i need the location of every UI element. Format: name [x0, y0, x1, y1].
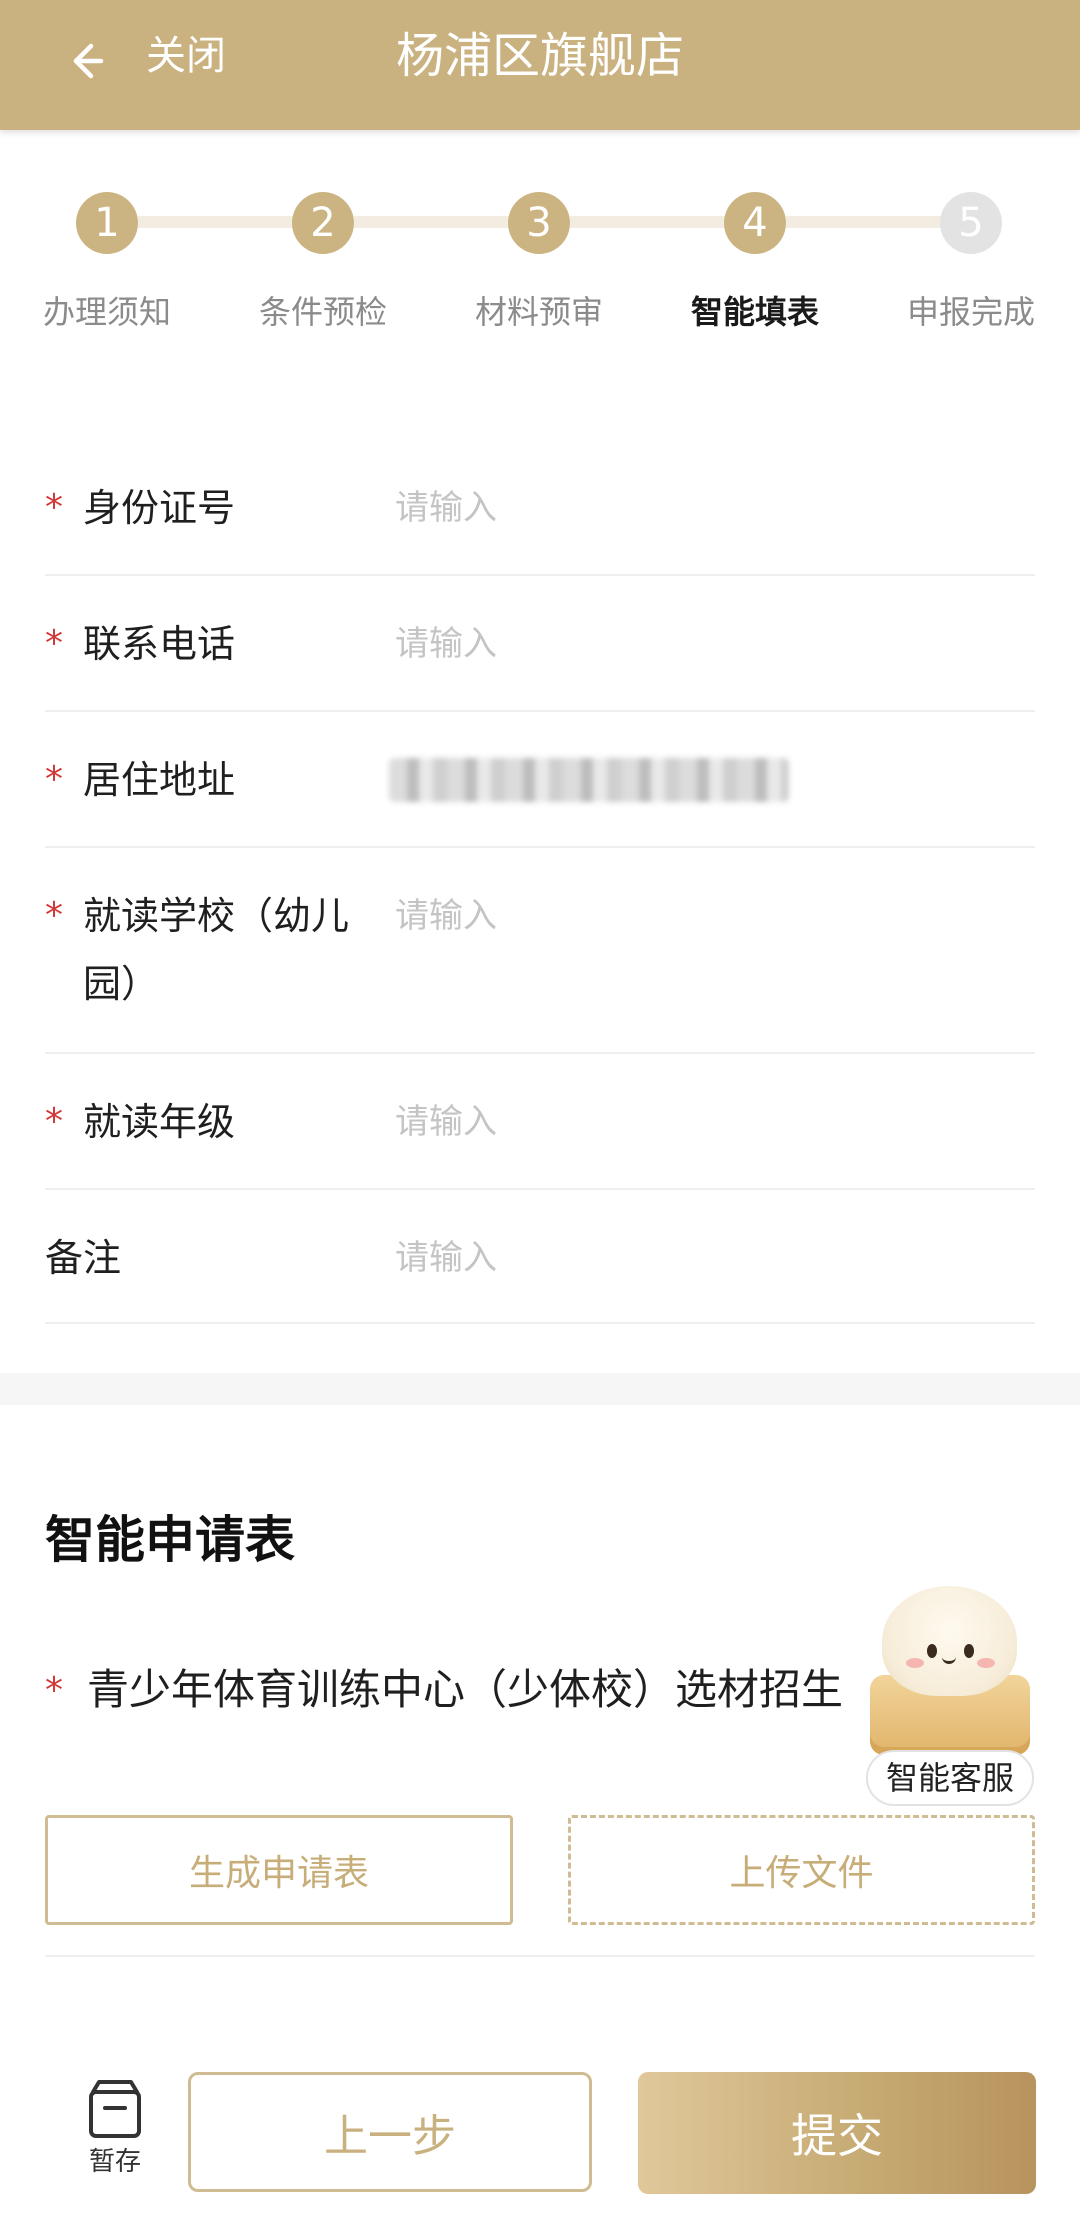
- field-label: 联系电话: [83, 622, 236, 666]
- field-label: 身份证号: [83, 486, 236, 530]
- required-mark: *: [45, 1669, 63, 1711]
- required-mark: *: [45, 759, 63, 800]
- mascot-mouth: [942, 1656, 956, 1664]
- submit-button[interactable]: 提交: [638, 2072, 1036, 2194]
- mascot-eye: [927, 1644, 937, 1658]
- required-mark: *: [45, 1101, 63, 1142]
- id-number-input[interactable]: [395, 480, 995, 536]
- step-connector: [786, 216, 944, 228]
- top-bar: 关闭 杨浦区旗舰店: [0, 0, 1080, 130]
- previous-step-button[interactable]: 上一步: [188, 2072, 592, 2192]
- step-connector: [570, 216, 728, 228]
- step-connector: [354, 216, 512, 228]
- form-row-id-number: * 身份证号: [45, 440, 1035, 576]
- page-title: 杨浦区旗舰店: [395, 28, 684, 84]
- step-5-label: 申报完成: [906, 293, 1035, 331]
- grade-input[interactable]: [395, 1094, 995, 1150]
- field-label: 居住地址: [83, 758, 236, 802]
- mascot-eye: [964, 1644, 974, 1658]
- save-draft-label: 暂存: [88, 2147, 141, 2177]
- mascot-cheek: [906, 1658, 924, 1668]
- step-2-label: 条件预检: [258, 293, 387, 331]
- upload-file-button[interactable]: 上传文件: [568, 1815, 1035, 1925]
- step-3-label: 材料预审: [474, 293, 603, 331]
- progress-stepper: 1 2 3 4 5 办理须知 条件预检 材料预审 智能填表 申报完成: [0, 130, 1080, 390]
- step-1-circle: 1: [76, 192, 138, 254]
- form-row-school: * 就读学校（幼儿园）: [45, 848, 1035, 1054]
- step-4-label: 智能填表: [690, 293, 819, 331]
- school-input[interactable]: [395, 888, 995, 944]
- save-draft-button[interactable]: 暂存: [75, 2078, 155, 2198]
- form-row-phone: * 联系电话: [45, 576, 1035, 712]
- application-form: * 身份证号 * 联系电话 * 居住地址 * 就读学校（幼儿: [45, 440, 1035, 1324]
- required-mark: *: [45, 487, 63, 528]
- form-row-address: * 居住地址: [45, 712, 1035, 848]
- step-connector: [138, 216, 296, 228]
- phone-input[interactable]: [395, 616, 995, 672]
- section-title: 智能申请表: [45, 1511, 295, 1569]
- step-1-label: 办理须知: [42, 293, 171, 331]
- application-doc-name: 青少年体育训练中心（少体校）选材招生: [87, 1665, 844, 1714]
- field-label: 就读年级: [83, 1100, 236, 1144]
- address-input-blurred[interactable]: [389, 758, 789, 802]
- smart-assistant-widget[interactable]: 智能客服: [862, 1580, 1037, 1806]
- section-divider: [0, 1373, 1080, 1405]
- field-label: 就读学校（幼儿园）: [83, 894, 350, 1006]
- divider: [45, 1955, 1035, 1957]
- form-row-remarks: 备注: [45, 1190, 1035, 1324]
- step-2-circle: 2: [292, 192, 354, 254]
- assistant-label[interactable]: 智能客服: [866, 1750, 1034, 1806]
- form-row-grade: * 就读年级: [45, 1054, 1035, 1190]
- required-mark: *: [45, 895, 63, 936]
- bun-mascot-icon: [882, 1586, 1017, 1696]
- step-3-circle: 3: [508, 192, 570, 254]
- step-4-circle: 4: [724, 192, 786, 254]
- generate-form-button[interactable]: 生成申请表: [45, 1815, 513, 1925]
- field-label: 备注: [45, 1236, 122, 1280]
- remarks-input[interactable]: [395, 1230, 995, 1286]
- mascot-cheek: [977, 1658, 995, 1668]
- required-mark: *: [45, 623, 63, 664]
- step-5-circle: 5: [940, 192, 1002, 254]
- archive-box-icon: [89, 2080, 141, 2138]
